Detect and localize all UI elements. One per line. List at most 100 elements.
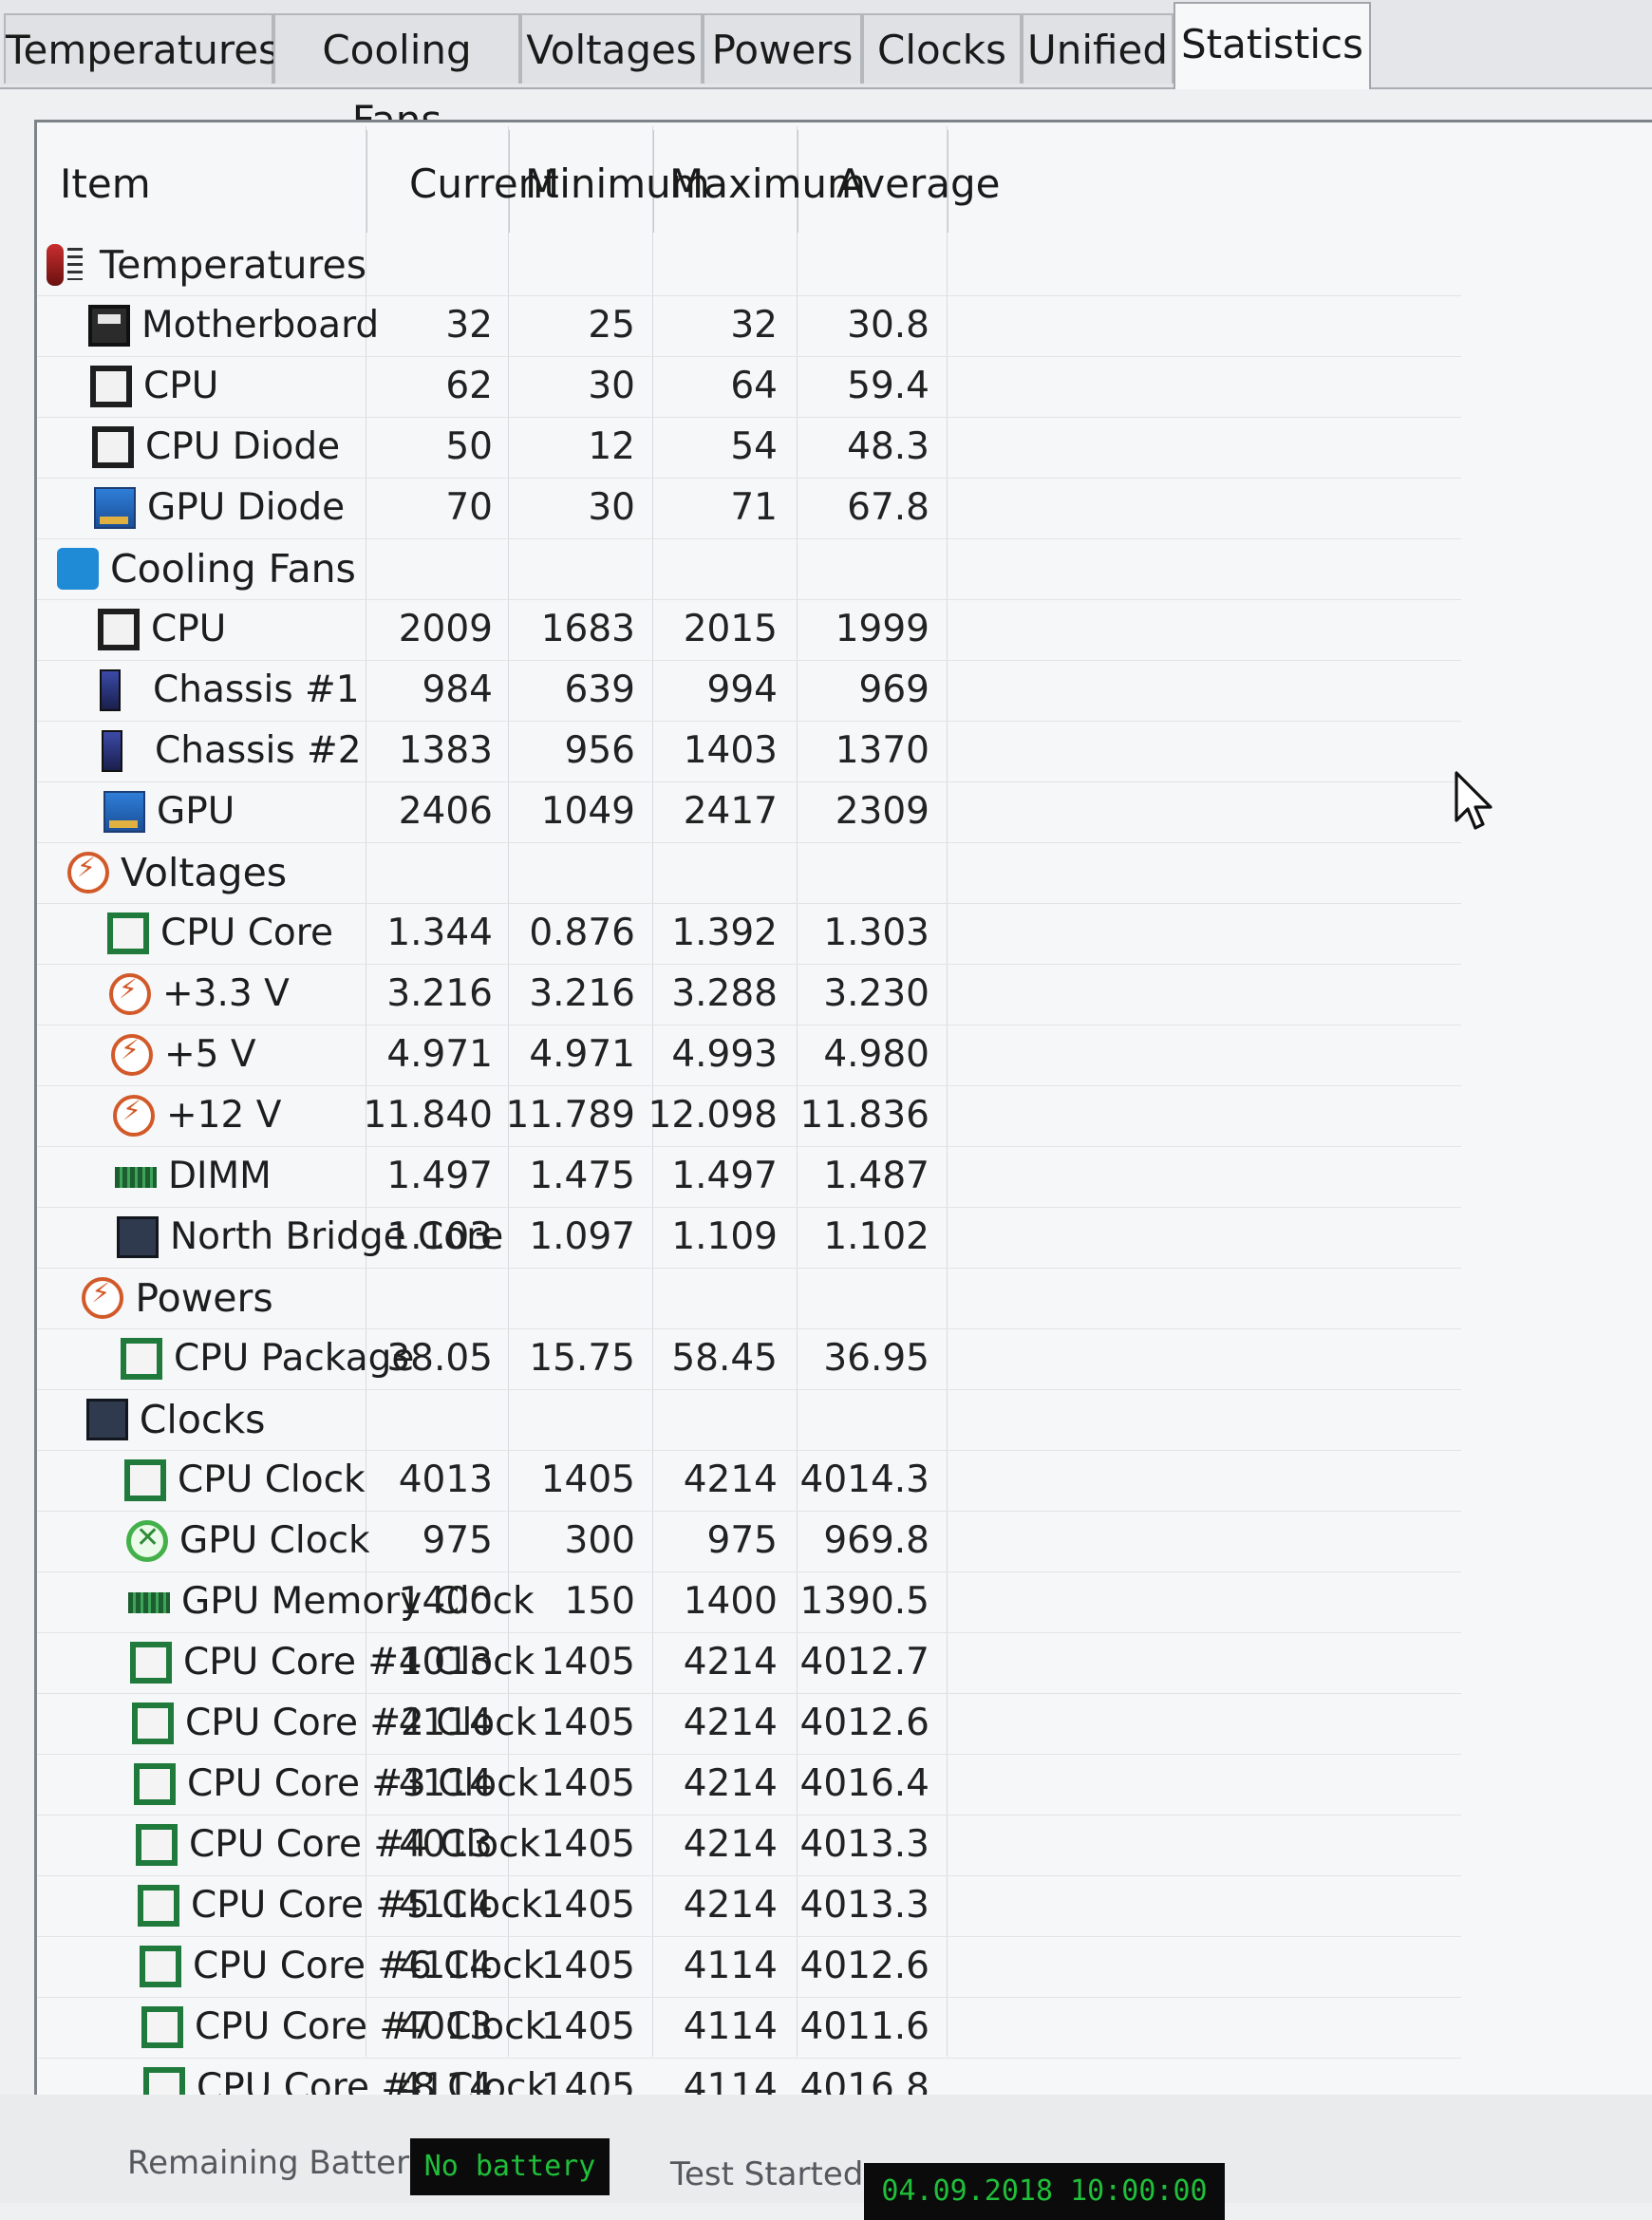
table-row[interactable]: +12 V11.84011.78912.09811.836: [37, 1085, 1461, 1147]
group-label: Clocks: [139, 1397, 266, 1442]
cpu-chip-icon: [92, 426, 134, 468]
cpu-chip-green-icon: [124, 1459, 166, 1501]
table-row[interactable]: CPU Core 1.344 0.876 1.392 1.303: [37, 903, 1461, 965]
tab-voltages[interactable]: Voltages: [520, 13, 703, 84]
table-row[interactable]: CPU Core #1 Clock 4013 1405 4214 4012.7: [37, 1632, 1461, 1694]
group-row[interactable]: Cooling Fans: [37, 538, 1461, 600]
table-row[interactable]: CPU Core #6 Clock 4114 1405 4114 4012.6: [37, 1936, 1461, 1998]
cell-maximum: 2015: [683, 608, 778, 650]
cell-maximum: 4214: [683, 1641, 778, 1684]
group-row[interactable]: Clocks: [37, 1389, 1461, 1451]
table-row[interactable]: CPU Core #7 Clock 4013 1405 4114 4011.6: [37, 1997, 1461, 2059]
cell-average: 4013.3: [799, 1884, 929, 1927]
table-row[interactable]: CPU Package 38.05 15.75 58.45 36.95: [37, 1328, 1461, 1390]
tab-unified[interactable]: Unified: [1022, 13, 1173, 84]
cpu-chip-green-icon: [132, 1703, 174, 1744]
table-row[interactable]: CPU Core #4 Clock 4013 1405 4214 4013.3: [37, 1815, 1461, 1876]
cell-average: 4013.3: [799, 1823, 929, 1866]
cpu-chip-green-icon: [134, 1763, 176, 1805]
column-header-item[interactable]: Item: [60, 141, 151, 227]
group-label: Powers: [135, 1275, 273, 1321]
table-row[interactable]: CPU Core #2 Clock 4114 1405 4214 4012.6: [37, 1693, 1461, 1755]
test-started-value: 04.09.2018 10:00:00: [864, 2163, 1225, 2220]
tab-cooling-fans[interactable]: Cooling Fans: [273, 13, 520, 143]
cell-maximum: 54: [730, 425, 778, 468]
tab-statistics[interactable]: Statistics: [1173, 2, 1371, 89]
cell-average: 67.8: [847, 486, 929, 529]
voltage-icon: [109, 973, 151, 1015]
item-label: CPU: [151, 608, 227, 650]
cell-average: 11.836: [799, 1094, 929, 1137]
cell-maximum: 64: [730, 365, 778, 407]
group-label: Cooling Fans: [110, 546, 356, 592]
cell-average: 59.4: [847, 365, 929, 407]
table-row[interactable]: North Bridge Core 1.103 1.097 1.109 1.102: [37, 1207, 1461, 1269]
table-row[interactable]: CPU Core #5 Clock 4114 1405 4214 4013.3: [37, 1875, 1461, 1937]
cpu-chip-green-icon: [141, 2006, 183, 2048]
table-row[interactable]: CPU Diode 50 12 54 48.3: [37, 417, 1461, 479]
chassis-icon: [102, 730, 122, 772]
table-row[interactable]: GPU Memory Clock 1400 150 1400 1390.5: [37, 1571, 1461, 1633]
mouse-pointer-icon: [1455, 771, 1492, 830]
motherboard-icon: [88, 305, 130, 347]
table-row[interactable]: Motherboard 32 25 32 30.8: [37, 295, 1461, 357]
table-row[interactable]: GPU 2406 1049 2417 2309: [37, 781, 1461, 843]
item-label: +12 V: [166, 1094, 282, 1137]
cell-average: 1.487: [823, 1155, 929, 1197]
table-row[interactable]: Chassis #1 984 639 994 969: [37, 660, 1461, 722]
gpu-card-icon: [94, 487, 136, 529]
cell-maximum: 4214: [683, 1702, 778, 1744]
cpu-chip-green-icon: [136, 1824, 178, 1866]
table-row[interactable]: Chassis #2 1383 956 1403 1370: [37, 721, 1461, 782]
tab-temperatures[interactable]: Temperatures: [4, 13, 279, 84]
group-row[interactable]: Powers: [37, 1268, 1461, 1329]
cell-maximum: 1400: [683, 1580, 778, 1623]
item-label: GPU Diode: [147, 486, 346, 529]
cell-average: 36.95: [823, 1337, 929, 1380]
item-label: CPU Core: [160, 912, 333, 954]
table-row[interactable]: CPU Clock 4013 1405 4214 4014.3: [37, 1450, 1461, 1512]
item-label: +3.3 V: [162, 972, 290, 1015]
cell-average: 4012.7: [799, 1641, 929, 1684]
table-row[interactable]: +5 V4.9714.9714.9934.980: [37, 1025, 1461, 1086]
cpu-chip-icon: [98, 609, 140, 650]
cell-average: 48.3: [847, 425, 929, 468]
cell-maximum: 4214: [683, 1762, 778, 1805]
test-started-label: Test Started:: [670, 2155, 874, 2193]
thermometer-icon: [47, 244, 83, 286]
cell-maximum: 1.392: [671, 912, 778, 954]
cell-maximum: 4.993: [671, 1033, 778, 1076]
item-label: CPU Diode: [145, 425, 341, 468]
cell-maximum: 4214: [683, 1884, 778, 1927]
cell-maximum: 32: [730, 304, 778, 347]
cpu-chip-green-icon: [138, 1885, 179, 1927]
group-row[interactable]: Voltages: [37, 842, 1461, 904]
cell-average: 4016.4: [799, 1762, 929, 1805]
statistics-panel: Item Current Minimum Maximum Average Tem…: [34, 120, 1652, 2119]
group-row[interactable]: Temperatures: [37, 235, 1461, 296]
tab-bar: TemperaturesCooling FansVoltagesPowersCl…: [0, 0, 1652, 143]
voltage-icon: [67, 852, 109, 894]
item-label: GPU: [157, 790, 235, 833]
column-header-average[interactable]: Average: [836, 141, 1000, 227]
table-row[interactable]: CPU Core #3 Clock 4114 1405 4214 4016.4: [37, 1754, 1461, 1816]
tab-powers[interactable]: Powers: [703, 13, 862, 84]
cell-maximum: 71: [730, 486, 778, 529]
group-label: Voltages: [121, 850, 288, 895]
cell-maximum: 58.45: [671, 1337, 778, 1380]
cell-maximum: 1403: [683, 729, 778, 772]
northbridge-icon: [117, 1216, 159, 1258]
fan-icon: [57, 548, 99, 590]
table-row[interactable]: +3.3 V3.2163.2163.2883.230: [37, 964, 1461, 1025]
table-row[interactable]: CPU 2009 1683 2015 1999: [37, 599, 1461, 661]
cell-average: 4.980: [823, 1033, 929, 1076]
table-row[interactable]: GPU Clock975300975969.8: [37, 1511, 1461, 1572]
tab-clocks[interactable]: Clocks: [862, 13, 1022, 84]
cell-maximum: 12.098: [648, 1094, 778, 1137]
table-row[interactable]: GPU Diode 70 30 71 67.8: [37, 478, 1461, 539]
table-row[interactable]: CPU 62 30 64 59.4: [37, 356, 1461, 418]
cell-average: 1370: [835, 729, 929, 772]
table-row[interactable]: DIMM 1.497 1.475 1.497 1.487: [37, 1146, 1461, 1208]
cell-average: 4011.6: [799, 2005, 929, 2048]
cell-average: 1999: [835, 608, 929, 650]
